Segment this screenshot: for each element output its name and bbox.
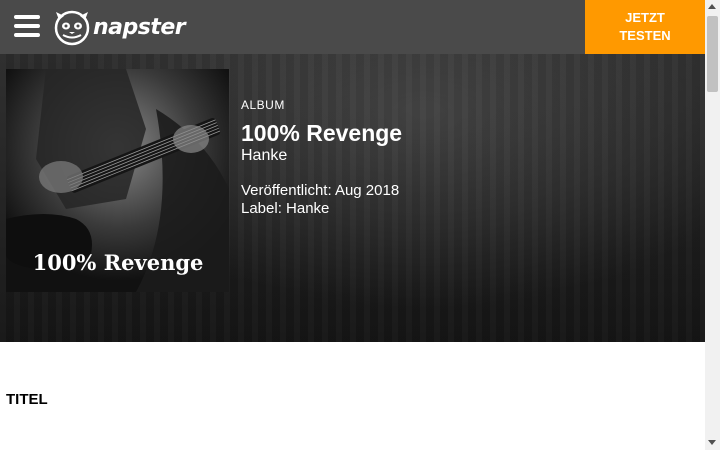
hamburger-icon[interactable] xyxy=(14,14,40,38)
scroll-up-arrow-icon[interactable] xyxy=(708,4,716,9)
try-now-line2: TESTEN xyxy=(619,28,671,43)
release-date: Veröffentlicht: Aug 2018 xyxy=(241,182,400,199)
album-hero: 100% Revenge ALBUM 100% Revenge Hanke Ve… xyxy=(0,54,705,342)
napster-cat-logo-icon xyxy=(54,10,90,46)
album-title: 100% Revenge xyxy=(241,120,403,146)
scrollbar-thumb[interactable] xyxy=(707,16,718,92)
scroll-down-arrow-icon[interactable] xyxy=(708,440,716,445)
album-type-label: ALBUM xyxy=(241,98,285,112)
artist-link[interactable]: Hanke xyxy=(241,147,287,165)
tracks-section-title: TITEL xyxy=(6,391,48,408)
cover-title-text: 100% Revenge xyxy=(33,250,204,275)
logo-wordmark: napster xyxy=(93,14,186,40)
try-now-line1: JETZT xyxy=(625,10,665,25)
top-header: napster JETZT TESTEN xyxy=(0,0,705,54)
napster-logo[interactable]: napster xyxy=(53,8,186,46)
vertical-scrollbar[interactable] xyxy=(705,0,720,450)
album-cover: 100% Revenge xyxy=(6,69,229,292)
album-cover-art: 100% Revenge xyxy=(6,69,229,292)
record-label: Label: Hanke xyxy=(241,200,330,217)
try-now-button[interactable]: JETZT TESTEN xyxy=(585,0,705,54)
page: napster JETZT TESTEN 100% Revenge ALBUM … xyxy=(0,0,705,450)
